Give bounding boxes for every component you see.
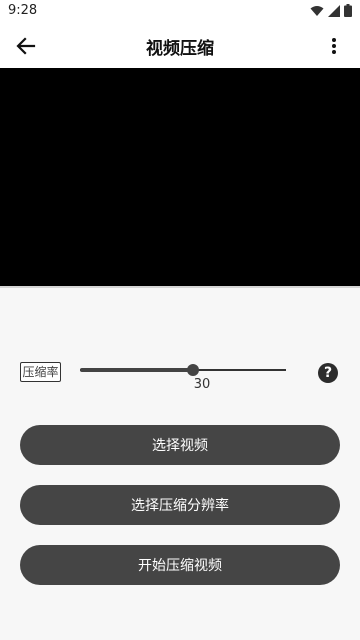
more-options-button[interactable] [320,32,348,60]
app-bar: 视频压缩 [0,24,360,68]
compression-rate-label: 压缩率 [20,362,61,382]
slider-thumb[interactable] [187,364,200,376]
wifi-icon [310,5,324,16]
status-bar: 9:28 [0,0,360,24]
status-time: 9:28 [8,3,38,18]
select-video-button[interactable]: 选择视频 [20,425,340,465]
compression-rate-slider[interactable] [80,362,286,378]
page-title: 视频压缩 [146,39,214,59]
slider-active-track [80,368,194,372]
signal-icon [328,4,340,17]
select-resolution-button[interactable]: 选择压缩分辨率 [20,485,340,525]
more-vertical-icon [332,38,336,54]
video-preview[interactable] [0,68,360,286]
start-compress-button[interactable]: 开始压缩视频 [20,545,340,585]
battery-icon [344,4,352,17]
status-icons [310,4,352,17]
help-icon[interactable]: ? [318,363,338,383]
compression-rate-value: 30 [193,377,211,392]
divider [0,286,360,288]
